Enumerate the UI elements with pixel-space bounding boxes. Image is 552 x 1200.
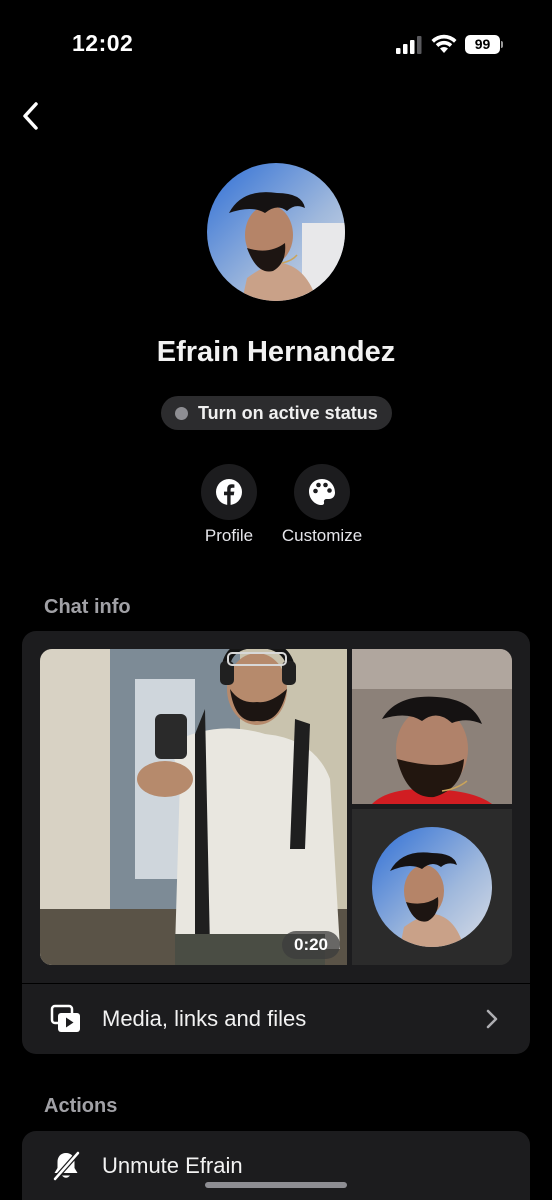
avatar-screenshot-photo	[352, 809, 512, 965]
facebook-icon	[216, 479, 242, 505]
status-time: 12:02	[72, 30, 134, 56]
media-gallery-icon	[46, 999, 86, 1039]
chat-info-heading: Chat info	[44, 596, 131, 618]
battery-indicator: 99	[465, 35, 503, 54]
chevron-right-icon	[486, 1009, 498, 1029]
actions-heading: Actions	[44, 1095, 118, 1117]
bell-muted-icon	[46, 1146, 86, 1186]
home-indicator[interactable]	[205, 1182, 347, 1188]
unmute-row[interactable]: Unmute Efrain	[22, 1131, 530, 1200]
battery-tip	[501, 41, 503, 48]
chevron-left-icon	[23, 102, 38, 130]
active-status-label: Turn on active status	[198, 402, 378, 423]
unmute-label: Unmute Efrain	[102, 1152, 243, 1178]
customize-button[interactable]	[294, 464, 350, 520]
media-thumbnail-video[interactable]	[40, 649, 347, 965]
back-button[interactable]	[14, 96, 50, 136]
mirror-selfie-photo	[40, 649, 347, 965]
media-links-files-label: Media, links and files	[102, 1006, 307, 1031]
battery-level: 99	[465, 35, 500, 54]
cellular-signal-icon	[396, 36, 422, 54]
status-bar: 12:02 99	[0, 0, 552, 90]
profile-name: Efrain Hernandez	[156, 336, 396, 368]
video-duration-badge: 0:20	[282, 931, 340, 959]
avatar-photo	[207, 163, 345, 301]
palette-icon	[309, 479, 335, 505]
profile-button[interactable]	[201, 464, 257, 520]
profile-avatar[interactable]	[207, 163, 345, 301]
wifi-icon	[431, 34, 457, 53]
customize-label: Customize	[281, 526, 363, 545]
active-status-dot-icon	[175, 406, 188, 420]
media-thumbnail-photo-2[interactable]	[352, 809, 512, 965]
turn-on-active-status-button[interactable]: Turn on active status	[161, 396, 392, 430]
profile-side-photo	[352, 649, 512, 804]
media-links-files-row[interactable]: Media, links and files	[22, 984, 530, 1054]
media-thumbnail-photo-1[interactable]	[352, 649, 512, 804]
